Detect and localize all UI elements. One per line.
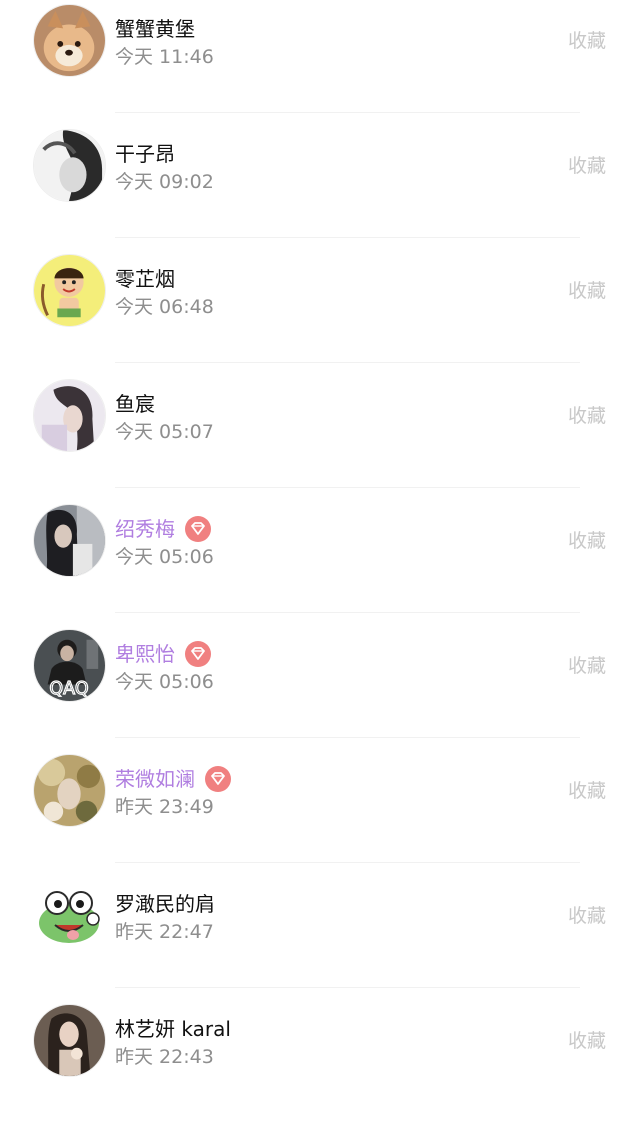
list-item[interactable]: 鱼宸 今天 05:07 收藏 [0, 375, 640, 500]
favorite-button[interactable]: 收藏 [568, 28, 606, 54]
user-name[interactable]: 卑熙怡 [115, 639, 175, 669]
timestamp: 今天 05:06 [115, 671, 214, 693]
favorite-button[interactable]: 收藏 [568, 278, 606, 304]
favorite-button[interactable]: 收藏 [568, 778, 606, 804]
favorite-button[interactable]: 收藏 [568, 153, 606, 179]
timestamp: 今天 05:07 [115, 421, 214, 443]
favorite-button[interactable]: 收藏 [568, 403, 606, 429]
favorite-button[interactable]: 收藏 [568, 653, 606, 679]
divider [115, 612, 580, 613]
vip-diamond-icon [185, 516, 211, 542]
user-name[interactable]: 干子昂 [115, 139, 175, 169]
list-item[interactable]: 绍秀梅 今天 05:06 收藏 [0, 500, 640, 625]
timestamp: 今天 06:48 [115, 296, 214, 318]
favorite-button[interactable]: 收藏 [568, 1028, 606, 1054]
blurred-photo-avatar[interactable] [33, 754, 106, 827]
favorite-button[interactable]: 收藏 [568, 528, 606, 554]
svg-text:QAQ: QAQ [49, 679, 88, 699]
divider [115, 112, 580, 113]
timestamp: 昨天 22:43 [115, 1046, 214, 1068]
divider [115, 862, 580, 863]
vip-diamond-icon [185, 641, 211, 667]
divider [115, 362, 580, 363]
divider [115, 237, 580, 238]
green-frog-avatar[interactable] [33, 879, 106, 952]
shiba-dog-avatar[interactable] [33, 4, 106, 77]
divider [115, 487, 580, 488]
vip-diamond-icon [205, 766, 231, 792]
timestamp: 今天 11:46 [115, 46, 214, 68]
list-item[interactable]: 干子昂 今天 09:02 收藏 [0, 125, 640, 250]
user-name[interactable]: 林艺妍 karal [115, 1014, 231, 1044]
user-name[interactable]: 荣微如澜 [115, 764, 195, 794]
long-hair-portrait-avatar[interactable] [33, 379, 106, 452]
timestamp: 昨天 22:47 [115, 921, 214, 943]
list-item[interactable]: 林艺妍 karal 昨天 22:43 收藏 [0, 1000, 640, 1125]
dark-portrait-avatar[interactable] [33, 504, 106, 577]
divider [115, 737, 580, 738]
user-name[interactable]: 蟹蟹黄堡 [115, 14, 195, 44]
girl-portrait-avatar[interactable] [33, 1004, 106, 1077]
list-item[interactable]: QAQ 卑熙怡 今天 05:06 收藏 [0, 625, 640, 750]
cartoon-archer-avatar[interactable] [33, 254, 106, 327]
qaq-portrait-avatar[interactable]: QAQ [33, 629, 106, 702]
list-item[interactable]: 罗澉民的肩 昨天 22:47 收藏 [0, 875, 640, 1000]
user-name[interactable]: 绍秀梅 [115, 514, 175, 544]
timestamp: 昨天 23:49 [115, 796, 214, 818]
list-item[interactable]: 荣微如澜 昨天 23:49 收藏 [0, 750, 640, 875]
list-item[interactable]: 蟹蟹黄堡 今天 11:46 收藏 [0, 0, 640, 125]
list-item[interactable]: 零芷烟 今天 06:48 收藏 [0, 250, 640, 375]
favorite-button[interactable]: 收藏 [568, 903, 606, 929]
user-list: 蟹蟹黄堡 今天 11:46 收藏 干子昂 今天 09:02 收藏 零芷烟 今天 … [0, 0, 640, 1125]
user-name[interactable]: 鱼宸 [115, 389, 155, 419]
timestamp: 今天 05:06 [115, 546, 214, 568]
divider [115, 987, 580, 988]
monochrome-portrait-avatar[interactable] [33, 129, 106, 202]
user-name[interactable]: 罗澉民的肩 [115, 889, 215, 919]
timestamp: 今天 09:02 [115, 171, 214, 193]
user-name[interactable]: 零芷烟 [115, 264, 175, 294]
